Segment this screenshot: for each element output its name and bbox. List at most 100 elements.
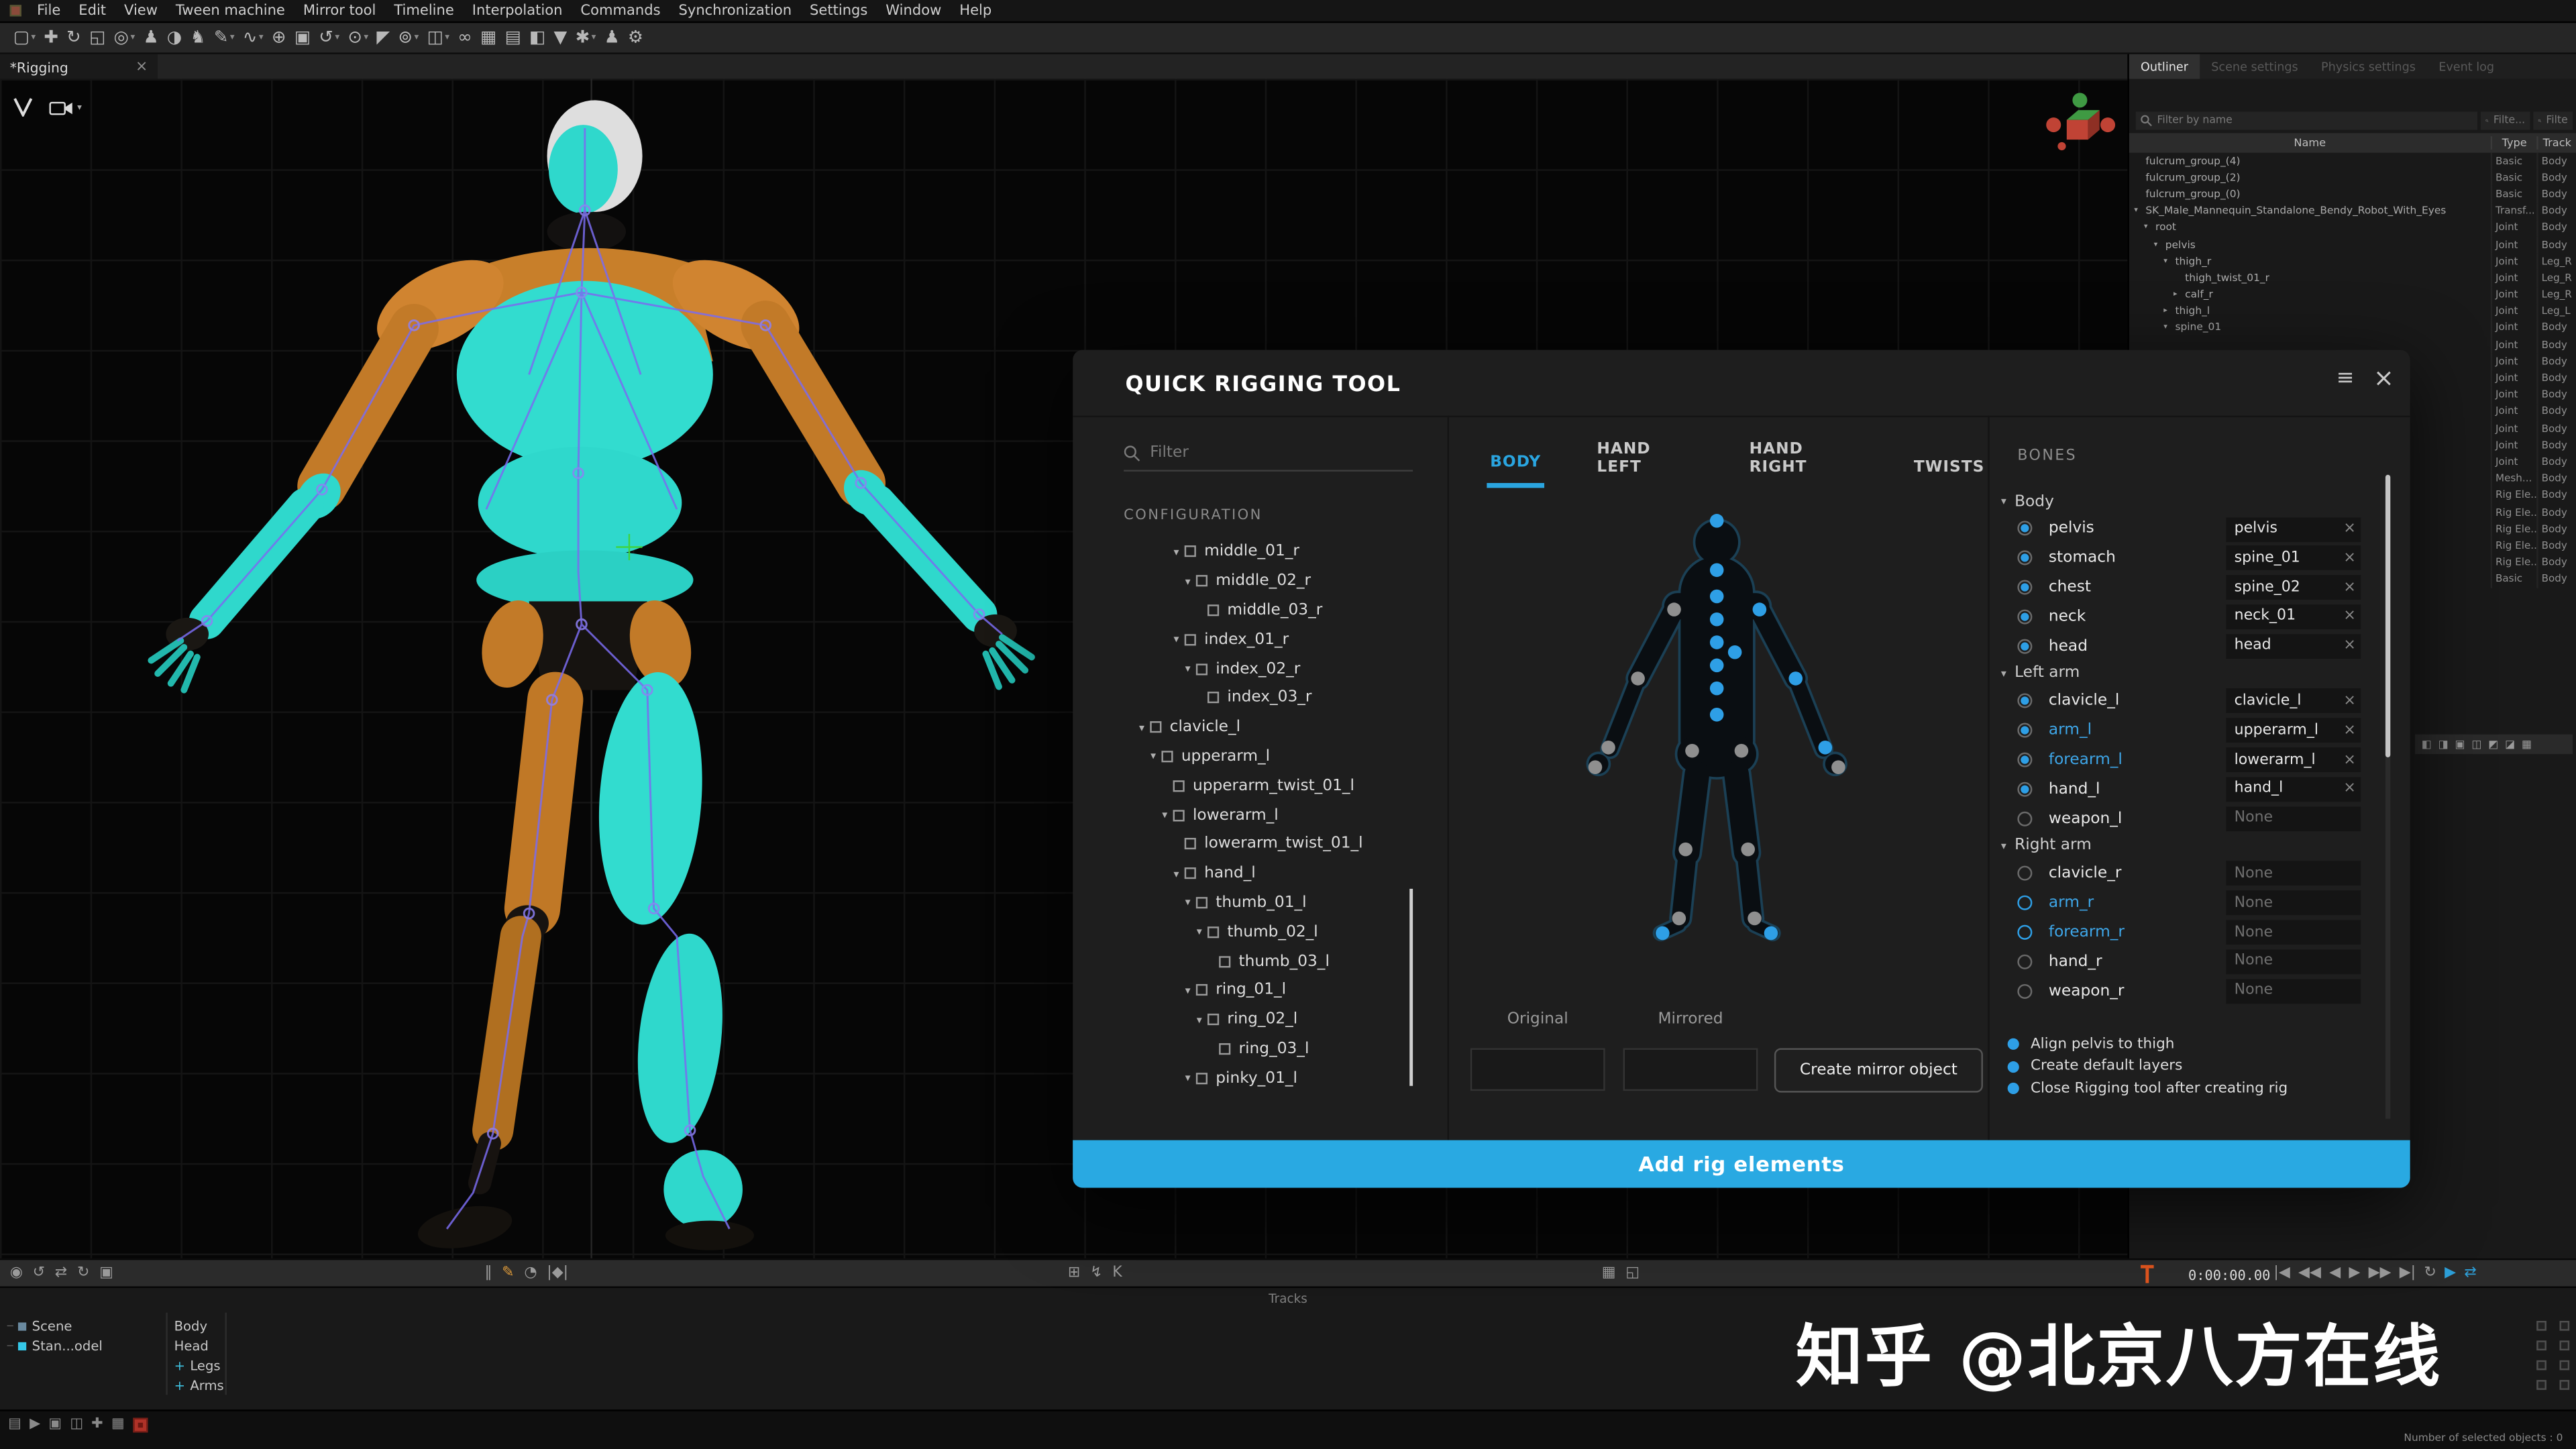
scale-tool-icon[interactable]: ◱ <box>89 29 105 46</box>
pen-tool-icon[interactable]: ✎▾ <box>214 29 235 46</box>
section-left-arm[interactable]: ▾Left arm <box>1988 660 2380 686</box>
dialog-filter-input[interactable]: Filter <box>1124 435 1413 472</box>
track-checkbox[interactable] <box>2560 1380 2570 1390</box>
track-layer-arms[interactable]: +Arms <box>174 1375 224 1395</box>
option-create-default-layers[interactable]: Create default layers <box>1998 1055 2288 1077</box>
link-tool-icon[interactable]: ∞ <box>458 29 472 46</box>
outliner-column-header[interactable]: Name Type Track <box>2129 133 2576 152</box>
menu-interpolation[interactable]: Interpolation <box>463 3 572 19</box>
bone-field-arm-r[interactable]: None <box>2226 891 2361 916</box>
plus-icon[interactable]: + <box>174 1377 185 1392</box>
figure-dot[interactable] <box>1735 744 1749 758</box>
checkbox-dot-icon[interactable] <box>2008 1038 2019 1050</box>
layers-icon[interactable]: ▣ <box>99 1267 113 1281</box>
table-row[interactable]: fulcrum_group_(2)BasicBody <box>2129 170 2576 186</box>
radio-weapon-l[interactable] <box>2017 811 2032 826</box>
step-forward-button[interactable]: ▶▶ <box>2369 1267 2392 1281</box>
radio-neck[interactable] <box>2017 609 2032 624</box>
tab-hand-right[interactable]: HAND RIGHT <box>1746 440 1862 488</box>
track-layer-head[interactable]: Head <box>174 1336 224 1355</box>
settings-tool-icon[interactable]: ⚙ <box>628 29 643 46</box>
menu-window[interactable]: Window <box>877 3 951 19</box>
bone-field-arm-l[interactable]: upperarm_l× <box>2226 718 2361 743</box>
outliner-track-filter-input[interactable]: Filte <box>2533 111 2573 129</box>
scene-icon[interactable]: ▤ <box>8 1418 21 1432</box>
clear-icon[interactable]: × <box>2339 693 2361 709</box>
section-right-arm[interactable]: ▾Right arm <box>1988 833 2380 859</box>
camera-icon[interactable]: ▾ <box>49 99 81 115</box>
tree-item-upperarm-l[interactable]: ▾upperarm_l <box>1099 742 1431 771</box>
step-back-button[interactable]: ◀ <box>2329 1267 2341 1281</box>
bone-field-pelvis[interactable]: pelvis× <box>2226 517 2361 541</box>
column-type[interactable]: Type <box>2491 136 2537 150</box>
figure-dot[interactable] <box>1819 741 1833 755</box>
character-icon[interactable]: ♟ <box>143 29 158 46</box>
viewport-logo-icon[interactable] <box>13 92 33 123</box>
figure-dot[interactable] <box>1685 744 1699 758</box>
figure-dot[interactable] <box>1667 602 1681 616</box>
grid-tool-icon[interactable]: ▦ <box>480 29 496 46</box>
document-tab-rigging[interactable]: *Rigging × <box>0 54 158 79</box>
table-row[interactable]: thigh_twist_01_rJointLeg_R <box>2129 270 2576 286</box>
column-name[interactable]: Name <box>2129 136 2491 150</box>
figure-dot[interactable] <box>1728 645 1742 659</box>
figure-dot[interactable] <box>1710 564 1724 578</box>
tree-item-middle-03-r[interactable]: middle_03_r <box>1099 596 1431 625</box>
axis-gizmo[interactable] <box>2042 89 2118 170</box>
pin-tool-icon[interactable]: ⊙▾ <box>347 29 368 46</box>
menu-file[interactable]: File <box>28 3 70 19</box>
loop-tool-icon[interactable]: ↺▾ <box>319 29 339 46</box>
clear-icon[interactable]: × <box>2339 550 2361 566</box>
create-mirror-object-button[interactable]: Create mirror object <box>1774 1048 1983 1092</box>
record-icon[interactable] <box>133 1417 148 1432</box>
panel-icon[interactable]: ◫ <box>70 1418 83 1432</box>
bone-field-chest[interactable]: spine_02× <box>2226 575 2361 600</box>
radio-arm-r[interactable] <box>2017 896 2032 910</box>
track-checkbox[interactable] <box>2536 1380 2546 1390</box>
play-button[interactable]: ▶ <box>2349 1267 2360 1281</box>
mini-icon-0[interactable]: ◧ <box>2422 739 2432 749</box>
table-row[interactable]: ▾pelvisJointBody <box>2129 237 2576 254</box>
collapse-icon[interactable]: ‒ <box>7 1339 14 1352</box>
frame-tool-icon[interactable]: ▣ <box>294 29 311 46</box>
mini-icon-4[interactable]: ◩ <box>2488 739 2498 749</box>
tab-outliner[interactable]: Outliner <box>2129 54 2200 79</box>
clear-icon[interactable]: × <box>2339 608 2361 625</box>
menu-mirror-tool[interactable]: Mirror tool <box>294 3 384 19</box>
table-row[interactable]: ▾thigh_rJointLeg_R <box>2129 253 2576 270</box>
figure-dot[interactable] <box>1589 760 1603 774</box>
pose-tool-icon[interactable]: ♞ <box>191 29 206 46</box>
checkbox-dot-icon[interactable] <box>2008 1083 2019 1094</box>
mini-icon-1[interactable]: ◨ <box>2438 739 2449 749</box>
figure-dot[interactable] <box>1741 843 1755 857</box>
curve-tool-icon[interactable]: ∿▾ <box>243 29 264 46</box>
track-checkbox[interactable] <box>2560 1340 2570 1350</box>
pingpong-button[interactable]: ⇄ <box>2464 1267 2476 1281</box>
bone-field-hand-r[interactable]: None <box>2226 949 2361 974</box>
tree-item-thumb-02-l[interactable]: ▾thumb_02_l <box>1099 917 1431 947</box>
layout-tool-icon[interactable]: ▤ <box>504 29 521 46</box>
expand-icon[interactable]: ◱ <box>1625 1267 1640 1281</box>
play-active-button[interactable]: ▶ <box>2445 1267 2456 1281</box>
radio-head[interactable] <box>2017 639 2032 653</box>
magnet-icon[interactable]: ⊞ <box>1068 1267 1080 1281</box>
mini-icon-5[interactable]: ◪ <box>2505 739 2515 749</box>
spray-tool-icon[interactable]: ✱▾ <box>576 29 596 46</box>
select-tool-icon[interactable]: ▢▾ <box>13 29 36 46</box>
figure-dot[interactable] <box>1678 843 1693 857</box>
figure-dot[interactable] <box>1764 926 1778 941</box>
menu-settings[interactable]: Settings <box>801 3 877 19</box>
tree-item-ring-01-l[interactable]: ▾ring_01_l <box>1099 976 1431 1006</box>
bone-field-stomach[interactable]: spine_01× <box>2226 546 2361 571</box>
menu-view[interactable]: View <box>115 3 167 19</box>
track-checkbox[interactable] <box>2560 1360 2570 1371</box>
tree-item-middle-01-r[interactable]: ▾middle_01_r <box>1099 537 1431 567</box>
bone-field-clavicle-r[interactable]: None <box>2226 861 2361 886</box>
axis-tool-icon[interactable]: ⊕ <box>272 29 286 46</box>
bone-field-forearm-r[interactable]: None <box>2226 920 2361 945</box>
clear-icon[interactable]: × <box>2339 722 2361 739</box>
tree-item-ring-03-l[interactable]: ring_03_l <box>1099 1034 1431 1064</box>
split-view-icon[interactable]: ◧ <box>529 29 545 46</box>
radio-hand-r[interactable] <box>2017 954 2032 969</box>
option-close-rigging-tool-after-creating-rig[interactable]: Close Rigging tool after creating rig <box>1998 1078 2288 1100</box>
